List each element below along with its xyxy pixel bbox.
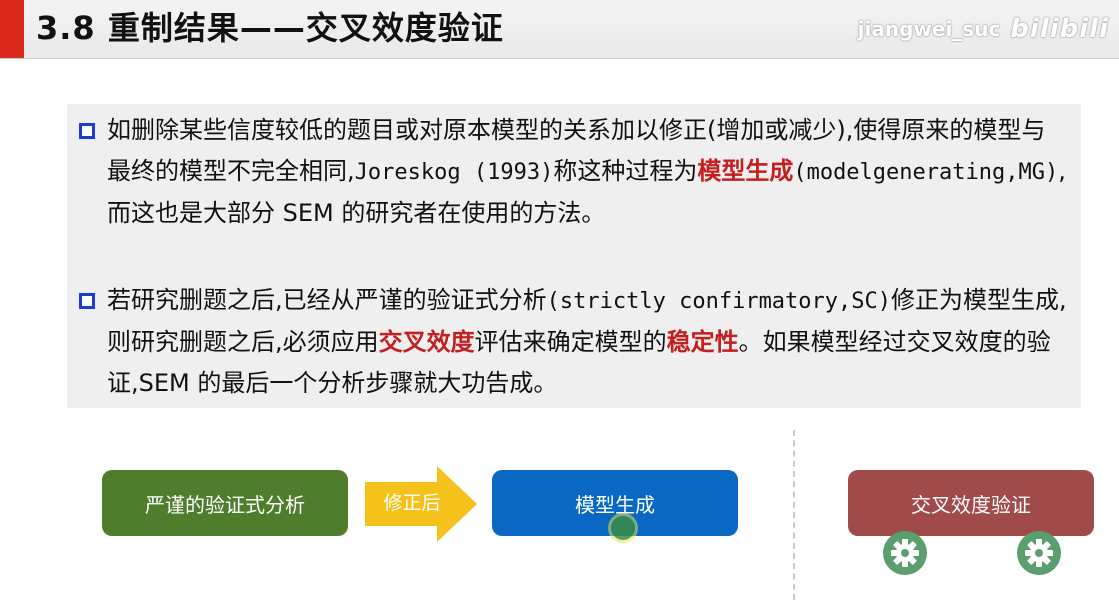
square-bullet-icon	[79, 293, 95, 309]
arrow-label: 修正后	[383, 492, 441, 514]
para2-highlight-cross-validity: 交叉效度	[378, 328, 475, 356]
dashed-divider	[793, 430, 795, 600]
para2-text-a: 若研究删题之后,已经从严谨的验证式分析	[107, 286, 547, 314]
slide-header: 3.8 重制结果——交叉效度验证 jiangwei_suc bilibili	[0, 0, 1119, 59]
paragraph-cross-validation: 若研究删题之后,已经从严谨的验证式分析(strictly confirmator…	[79, 280, 1067, 404]
pointer-cursor-icon	[611, 516, 635, 540]
flow-step-strict-confirmatory: 严谨的验证式分析	[102, 470, 348, 536]
flow-step-cross-validation: 交叉效度验证	[848, 470, 1094, 536]
video-watermark: jiangwei_suc bilibili	[858, 14, 1109, 44]
watermark-username: jiangwei_suc	[857, 17, 1001, 41]
gear-icon	[883, 531, 927, 575]
para2-text-d: 评估来确定模型的	[474, 328, 667, 356]
para1-citation: Joreskog (1993)	[354, 160, 554, 185]
square-bullet-icon	[79, 123, 95, 139]
header-accent-bar	[0, 0, 24, 58]
flow-step3-label: 交叉效度验证	[911, 492, 1031, 517]
slide-title: 3.8 重制结果——交叉效度验证	[36, 9, 504, 47]
content-panel: 如删除某些信度较低的题目或对原本模型的关系加以修正(增加或减少),使得原来的模型…	[67, 104, 1081, 408]
flow-step2-label: 模型生成	[575, 492, 655, 517]
para1-english-term: (modelgenerating,MG)	[793, 160, 1059, 185]
para2-highlight-stability: 稳定性	[666, 328, 739, 356]
gear-icon	[1017, 531, 1061, 575]
para1-highlight-model-generating: 模型生成	[697, 157, 794, 185]
para1-text-c: 称这种过程为	[553, 157, 698, 185]
para2-english-term: (strictly confirmatory,SC)	[546, 289, 892, 314]
flow-step1-label: 严谨的验证式分析	[145, 492, 305, 517]
bilibili-logo: bilibili	[1010, 14, 1109, 44]
paragraph-model-generating: 如删除某些信度较低的题目或对原本模型的关系加以修正(增加或减少),使得原来的模型…	[79, 110, 1067, 234]
